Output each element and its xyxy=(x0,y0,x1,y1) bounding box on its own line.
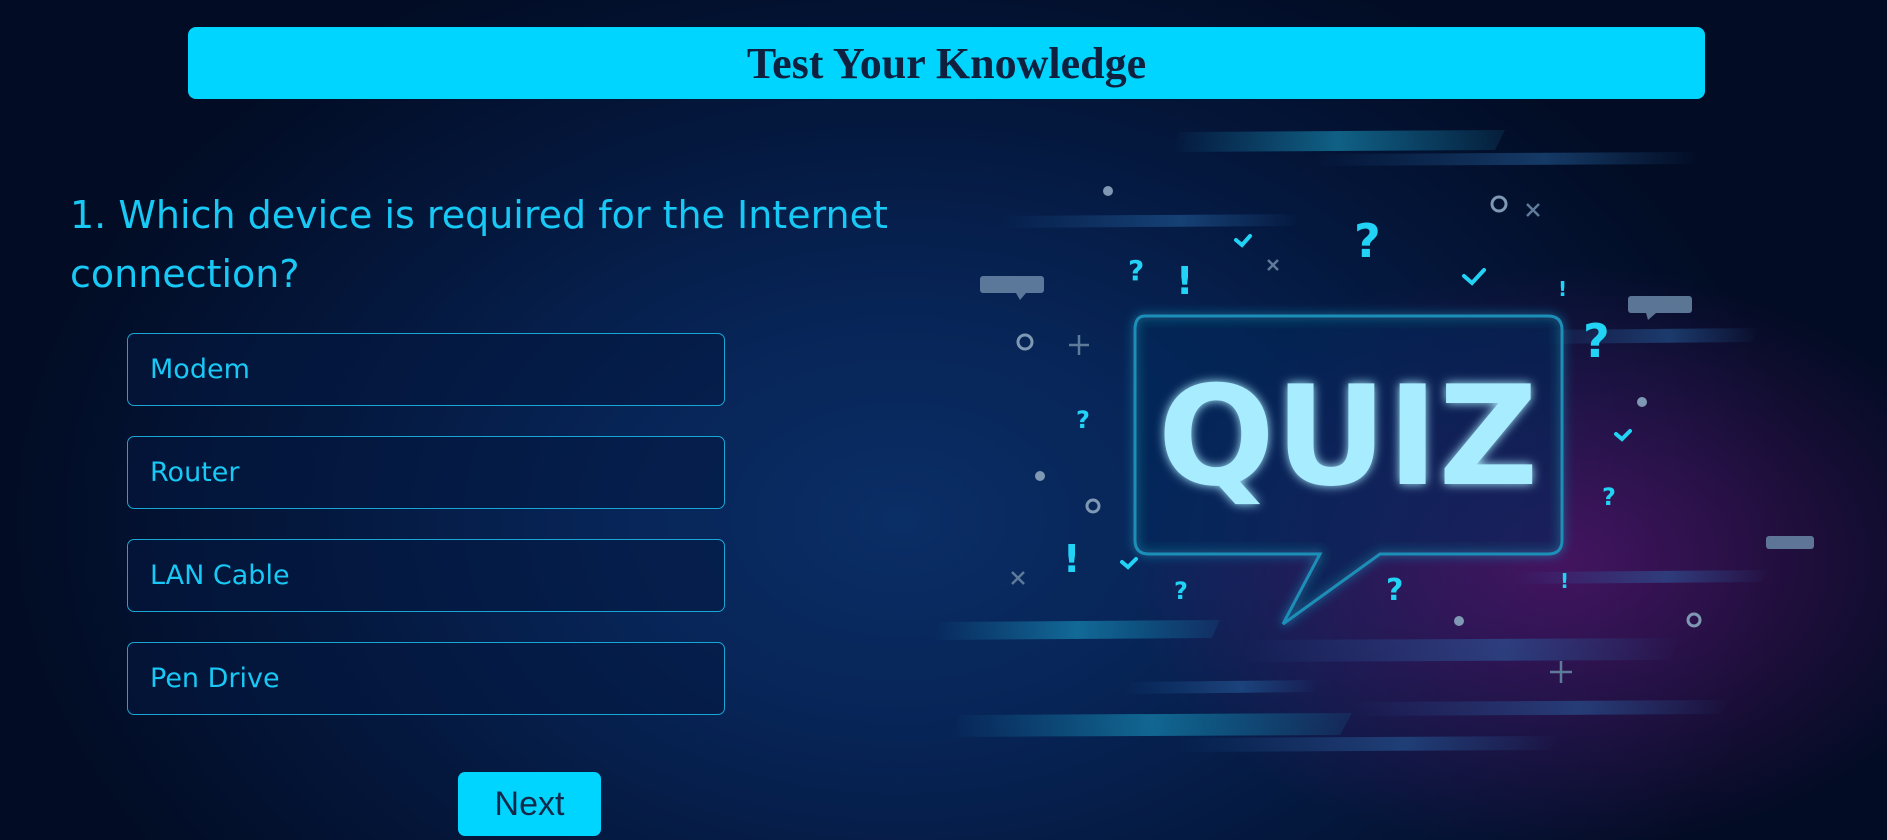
answer-option-label: Router xyxy=(150,457,240,488)
header-bar: Test Your Knowledge xyxy=(188,27,1705,99)
answer-option-router[interactable]: Router xyxy=(127,436,725,509)
svg-text:?: ? xyxy=(1128,254,1144,287)
answer-option-lan-cable[interactable]: LAN Cable xyxy=(127,539,725,612)
quiz-speech-bubble: QUIZ xyxy=(1133,314,1564,626)
quiz-illustration: QUIZ ? ? ! ? ? ? ! ? ? ! ! xyxy=(934,130,1814,752)
svg-text:?: ? xyxy=(1386,573,1403,608)
answer-option-label: Pen Drive xyxy=(150,663,280,694)
quiz-logo-text: QUIZ xyxy=(1158,356,1539,517)
next-button[interactable]: Next xyxy=(458,772,601,836)
svg-text:?: ? xyxy=(1583,314,1610,368)
svg-text:!: ! xyxy=(1560,569,1569,593)
question-text: 1. Which device is required for the Inte… xyxy=(70,193,888,296)
answer-options: Modem Router LAN Cable Pen Drive xyxy=(127,333,725,745)
svg-text:!: ! xyxy=(1063,537,1080,581)
answer-option-modem[interactable]: Modem xyxy=(127,333,725,406)
svg-text:?: ? xyxy=(1174,577,1188,605)
answer-option-pen-drive[interactable]: Pen Drive xyxy=(127,642,725,715)
svg-text:?: ? xyxy=(1602,483,1616,511)
svg-text:!: ! xyxy=(1558,277,1567,301)
svg-text:?: ? xyxy=(1354,214,1381,268)
page-title: Test Your Knowledge xyxy=(746,38,1147,88)
answer-option-label: LAN Cable xyxy=(150,560,290,591)
svg-text:?: ? xyxy=(1076,406,1090,434)
answer-option-label: Modem xyxy=(150,354,250,385)
svg-text:!: ! xyxy=(1176,259,1193,303)
